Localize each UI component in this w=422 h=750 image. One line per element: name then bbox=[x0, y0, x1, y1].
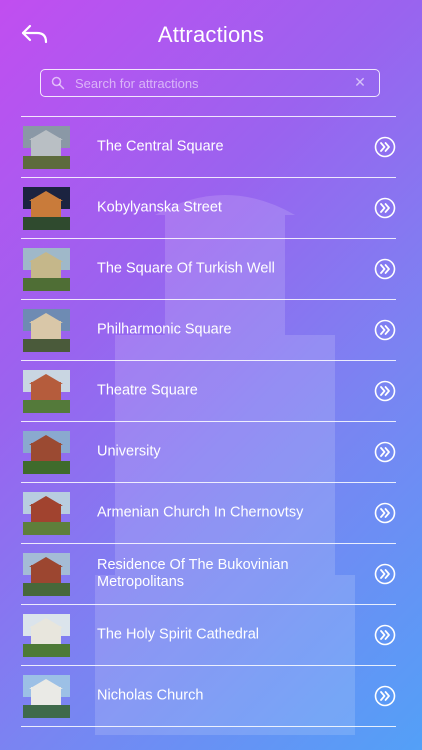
chevron-double-right-icon[interactable] bbox=[374, 258, 396, 280]
chevron-double-right-icon[interactable] bbox=[374, 685, 396, 707]
list-item[interactable]: The Central Square bbox=[21, 117, 396, 178]
chevron-double-right-icon[interactable] bbox=[374, 197, 396, 219]
chevron-double-right-icon[interactable] bbox=[374, 502, 396, 524]
attraction-name: Philharmonic Square bbox=[97, 321, 232, 338]
attraction-thumbnail bbox=[23, 187, 70, 230]
attraction-name: Theatre Square bbox=[97, 382, 198, 399]
attraction-name: Armenian Church In Chernovtsy bbox=[97, 504, 304, 521]
chevron-double-right-icon[interactable] bbox=[374, 319, 396, 341]
chevron-double-right-icon[interactable] bbox=[374, 563, 396, 585]
chevron-double-right-icon[interactable] bbox=[374, 380, 396, 402]
attractions-list: The Central Square Kobylyanska Street Th… bbox=[21, 116, 396, 727]
list-item[interactable]: Philharmonic Square bbox=[21, 300, 396, 361]
attraction-thumbnail bbox=[23, 675, 70, 718]
attraction-name: Kobylyanska Street bbox=[97, 199, 222, 216]
close-icon[interactable]: ✕ bbox=[353, 75, 367, 89]
attraction-name: Residence Of The Bukovinian Metropolitan… bbox=[97, 557, 289, 590]
attraction-thumbnail bbox=[23, 431, 70, 474]
list-item[interactable]: Armenian Church In Chernovtsy bbox=[21, 483, 396, 544]
attraction-name: The Central Square bbox=[97, 138, 224, 155]
attraction-thumbnail bbox=[23, 126, 70, 169]
attraction-thumbnail bbox=[23, 492, 70, 535]
list-item[interactable]: The Holy Spirit Cathedral bbox=[21, 605, 396, 666]
attraction-name: Nicholas Church bbox=[97, 687, 204, 704]
search-input[interactable] bbox=[75, 72, 335, 94]
chevron-double-right-icon[interactable] bbox=[374, 441, 396, 463]
attraction-thumbnail bbox=[23, 248, 70, 291]
attraction-name: The Holy Spirit Cathedral bbox=[97, 626, 259, 643]
attraction-name: The Square Of Turkish Well bbox=[97, 260, 275, 277]
header-bar: Attractions bbox=[0, 0, 422, 66]
chevron-double-right-icon[interactable] bbox=[374, 136, 396, 158]
attraction-thumbnail bbox=[23, 614, 70, 657]
attraction-name: University bbox=[97, 443, 161, 460]
attraction-thumbnail bbox=[23, 309, 70, 352]
chevron-double-right-icon[interactable] bbox=[374, 624, 396, 646]
attraction-thumbnail bbox=[23, 370, 70, 413]
list-item[interactable]: University bbox=[21, 422, 396, 483]
search-icon bbox=[51, 76, 65, 90]
list-item[interactable]: The Square Of Turkish Well bbox=[21, 239, 396, 300]
list-item[interactable]: Kobylyanska Street bbox=[21, 178, 396, 239]
list-item[interactable]: Residence Of The Bukovinian Metropolitan… bbox=[21, 544, 396, 605]
search-bar[interactable]: ✕ bbox=[40, 69, 380, 97]
attraction-thumbnail bbox=[23, 553, 70, 596]
list-item[interactable]: Nicholas Church bbox=[21, 666, 396, 727]
page-title: Attractions bbox=[157, 22, 265, 47]
list-item[interactable]: Theatre Square bbox=[21, 361, 396, 422]
